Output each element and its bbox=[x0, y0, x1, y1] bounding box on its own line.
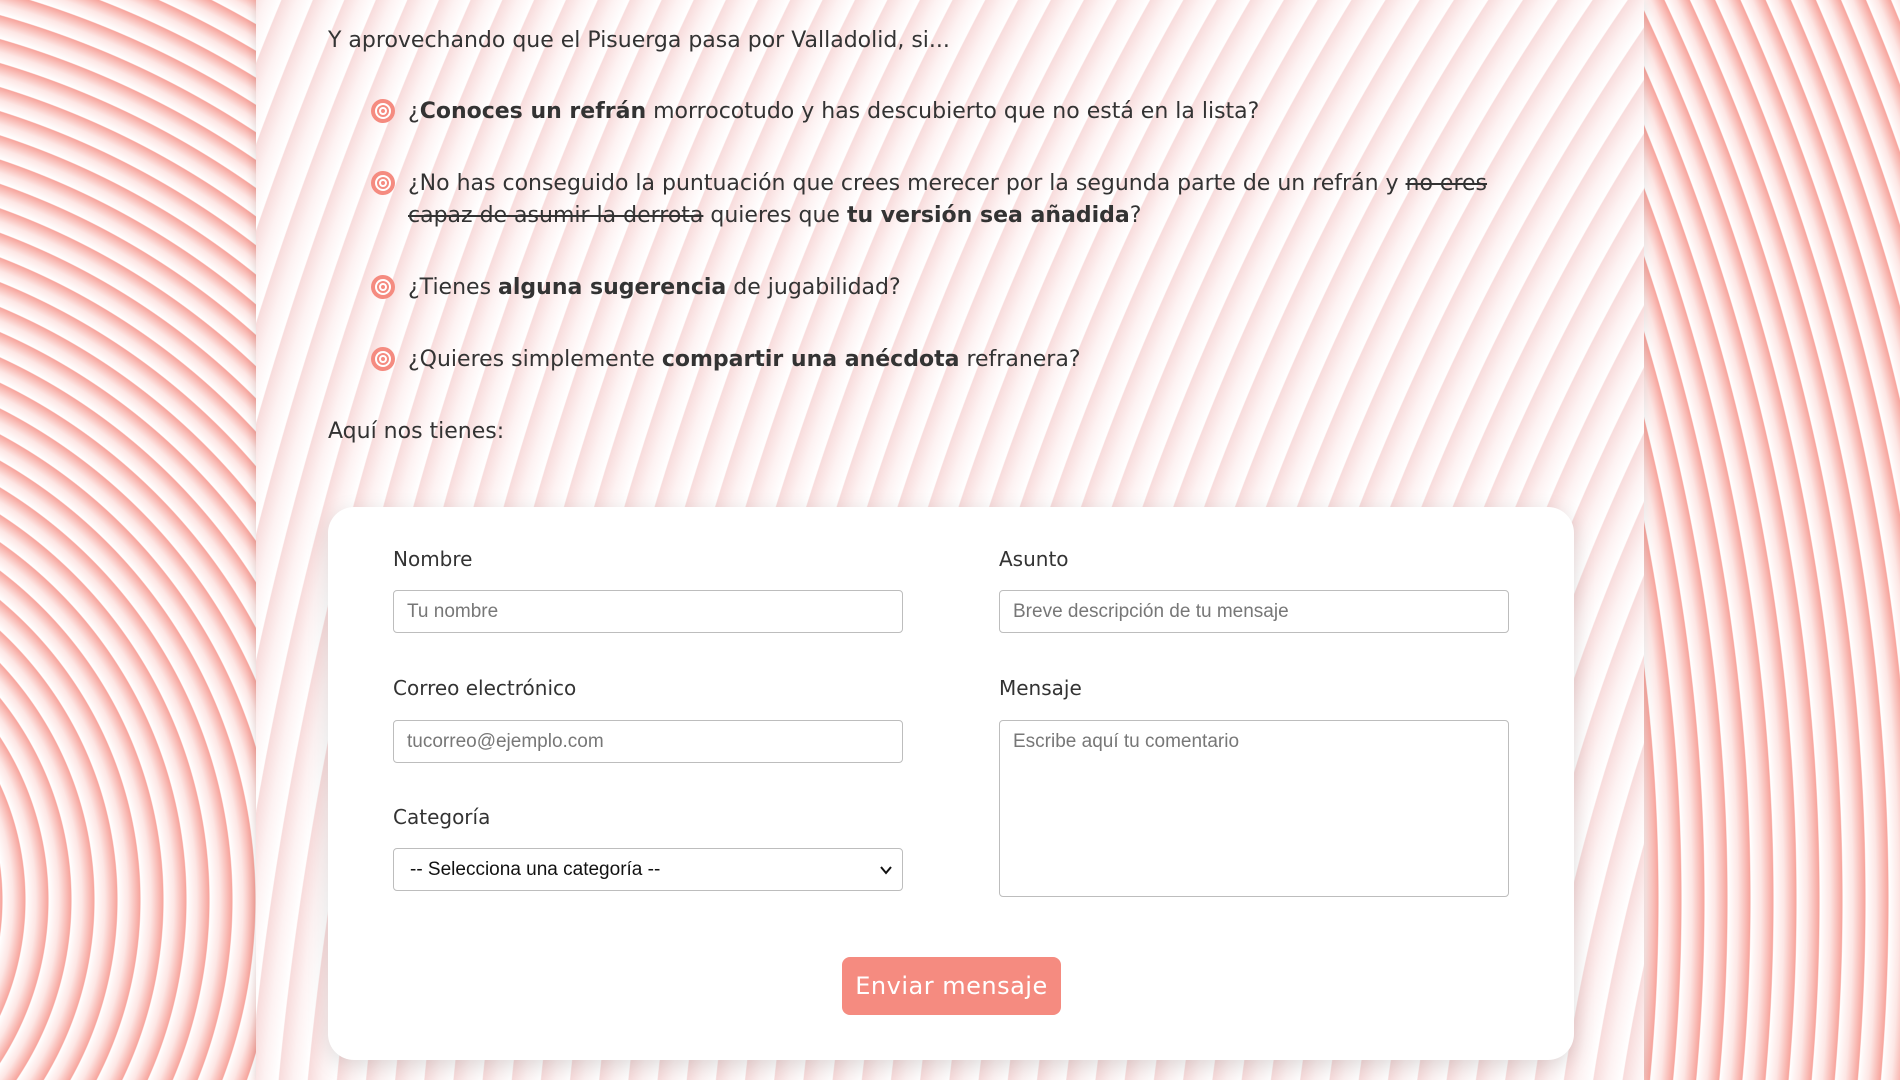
question-text: ¿Tienes alguna sugerencia de jugabilidad… bbox=[408, 275, 901, 300]
email-label: Correo electrónico bbox=[393, 676, 577, 700]
swirl-bullet-icon bbox=[371, 171, 395, 195]
subject-label: Asunto bbox=[999, 547, 1069, 571]
list-item: ¿Quieres simplemente compartir una anécd… bbox=[370, 344, 1550, 376]
question-text: ¿No has conseguido la puntuación que cre… bbox=[408, 171, 1488, 228]
submit-button[interactable]: Enviar mensaje bbox=[842, 957, 1061, 1015]
category-label: Categoría bbox=[393, 805, 491, 829]
name-label: Nombre bbox=[393, 547, 473, 571]
list-item: ¿Conoces un refrán morrocotudo y has des… bbox=[370, 96, 1550, 128]
email-input[interactable]: tucorreo@ejemplo.com bbox=[393, 720, 903, 763]
subject-input[interactable]: Breve descripción de tu mensaje bbox=[999, 590, 1509, 633]
swirl-bullet-icon bbox=[371, 99, 395, 123]
category-selected-value: -- Selecciona una categoría -- bbox=[410, 859, 661, 880]
page-panel: Y aprovechando que el Pisuerga pasa por … bbox=[256, 0, 1644, 1080]
swirl-bullet-icon bbox=[371, 347, 395, 371]
name-input[interactable]: Tu nombre bbox=[393, 590, 903, 633]
question-text: ¿Conoces un refrán morrocotudo y has des… bbox=[408, 99, 1260, 124]
chevron-down-icon bbox=[880, 866, 892, 875]
category-select[interactable]: -- Selecciona una categoría -- bbox=[393, 848, 903, 891]
message-label: Mensaje bbox=[999, 676, 1082, 700]
intro-text: Y aprovechando que el Pisuerga pasa por … bbox=[328, 28, 950, 53]
list-item: ¿Tienes alguna sugerencia de jugabilidad… bbox=[370, 272, 1550, 304]
questions-list: ¿Conoces un refrán morrocotudo y has des… bbox=[370, 96, 1550, 416]
list-item: ¿No has conseguido la puntuación que cre… bbox=[370, 168, 1550, 232]
message-textarea[interactable]: Escribe aquí tu comentario bbox=[999, 720, 1509, 897]
contact-form: Nombre Tu nombre Correo electrónico tuco… bbox=[328, 507, 1574, 1060]
question-text: ¿Quieres simplemente compartir una anécd… bbox=[408, 347, 1081, 372]
swirl-bullet-icon bbox=[371, 275, 395, 299]
form-intro-text: Aquí nos tienes: bbox=[328, 419, 505, 444]
